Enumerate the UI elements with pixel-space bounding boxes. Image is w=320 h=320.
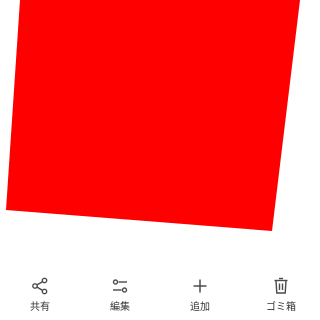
edit-label: 編集 xyxy=(110,302,130,313)
photo-viewer: 共有 編集 追加 ゴミ箱 xyxy=(0,0,320,320)
add-label: 追加 xyxy=(190,302,210,313)
add-button[interactable]: 追加 xyxy=(170,268,230,320)
red-photo xyxy=(6,0,300,231)
photo-display[interactable] xyxy=(0,0,320,262)
plus-icon xyxy=(190,276,210,296)
trash-icon xyxy=(271,276,291,296)
bottom-toolbar: 共有 編集 追加 ゴミ箱 xyxy=(0,268,320,320)
share-icon xyxy=(30,276,50,296)
trash-label: ゴミ箱 xyxy=(266,302,296,313)
share-button[interactable]: 共有 xyxy=(10,268,70,320)
trash-button[interactable]: ゴミ箱 xyxy=(251,268,311,320)
photo-canvas xyxy=(6,0,300,231)
edit-button[interactable]: 編集 xyxy=(90,268,150,320)
share-label: 共有 xyxy=(30,302,50,313)
tune-icon xyxy=(110,276,130,296)
